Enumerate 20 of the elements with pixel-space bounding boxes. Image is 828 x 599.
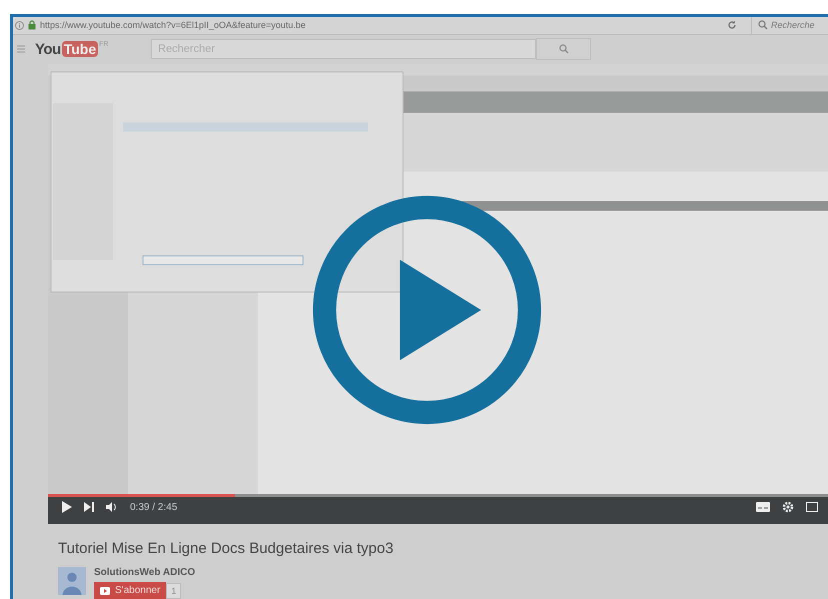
channel-name[interactable]: SolutionsWeb ADICO — [94, 567, 196, 578]
settings-icon[interactable] — [782, 501, 794, 513]
search-icon — [758, 20, 768, 30]
video-title: Tutoriel Mise En Ligne Docs Budgetaires via typo3 — [58, 540, 394, 557]
next-icon[interactable] — [84, 502, 94, 512]
info-icon[interactable] — [15, 20, 24, 30]
play-logo-icon — [100, 586, 110, 594]
play-button-icon[interactable] — [311, 194, 543, 426]
browser-search-field[interactable]: Recherche — [771, 20, 827, 30]
subscribe-button[interactable]: S'abonner — [94, 582, 166, 599]
url-text[interactable]: https://www.youtube.com/watch?v=6El1pII_oOA&feature=youtu.be — [40, 20, 723, 30]
subtitles-icon[interactable] — [756, 502, 770, 512]
reload-icon[interactable] — [727, 20, 737, 30]
volume-icon[interactable] — [106, 502, 118, 512]
search-icon — [558, 44, 568, 54]
screen-icon[interactable] — [806, 502, 818, 512]
play-icon[interactable] — [62, 501, 72, 513]
time-text: 0:39 / 2:45 — [130, 502, 178, 512]
lock-icon — [28, 20, 36, 30]
subscriber-count: 1 — [166, 582, 182, 598]
